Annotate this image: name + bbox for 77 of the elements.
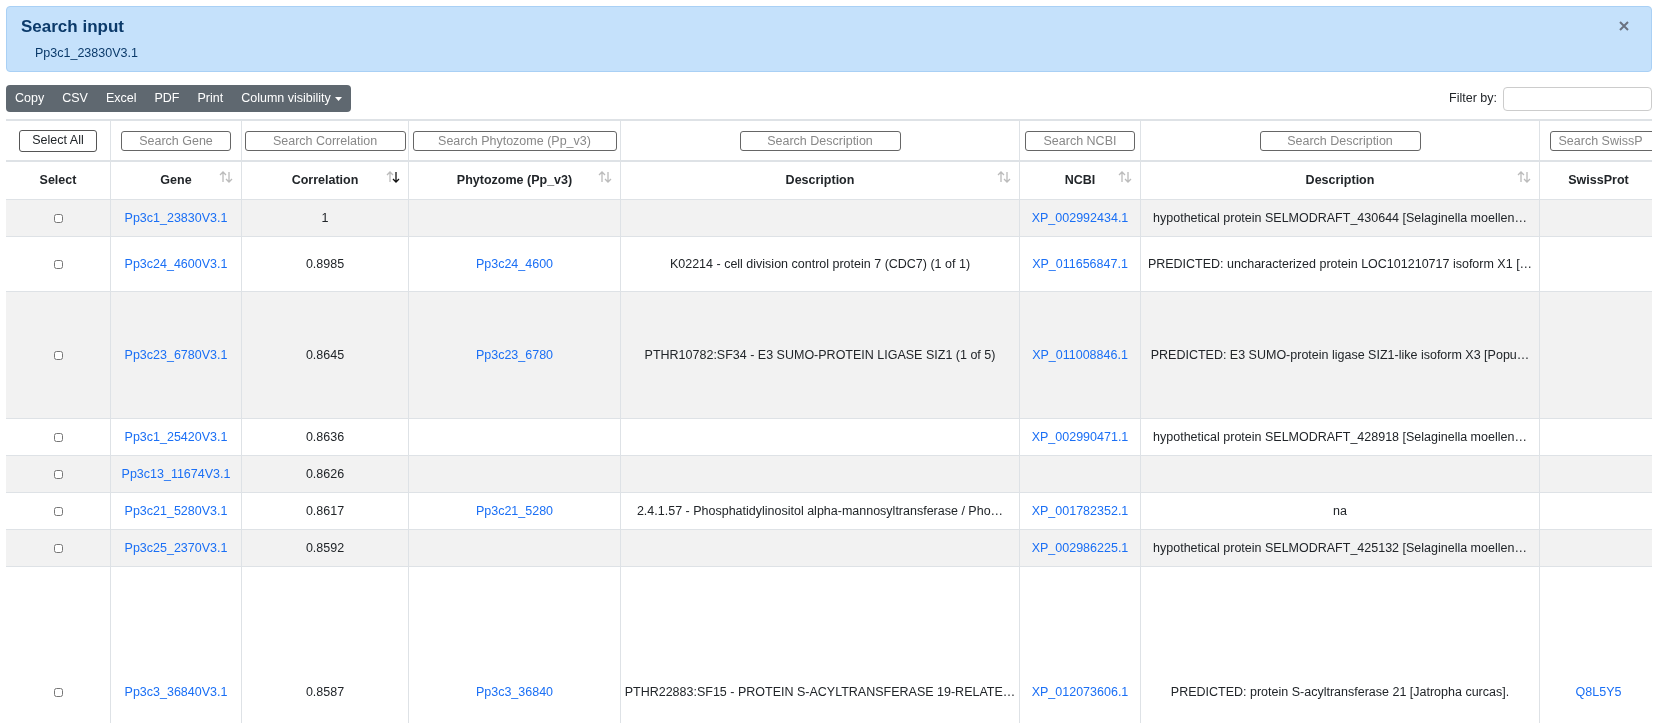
- column-search-field[interactable]: Search Phytozome (Pp_v3): [412, 130, 617, 151]
- table-cell-text: 2.4.1.57 - Phosphatidylinositol alpha-mannosyltransferase / Pho…: [636, 502, 1004, 520]
- table-link[interactable]: Pp3c25_2370V3.1: [124, 538, 228, 558]
- column-search-field[interactable]: Search SwissP: [1549, 130, 1652, 151]
- close-icon: [1619, 21, 1629, 31]
- table-cell-text: 0.8592: [305, 539, 345, 557]
- table-cell-text: 0.8985: [305, 255, 345, 273]
- row-checkbox[interactable]: [53, 213, 63, 223]
- table-cell-text: PREDICTED: protein S-acyltransferase 21 [Jatropha curcas].: [1170, 684, 1510, 702]
- select-all-button[interactable]: Select All: [19, 129, 97, 152]
- table-link[interactable]: Pp3c24_4600: [475, 254, 554, 274]
- close-button[interactable]: [1617, 19, 1631, 33]
- table-link[interactable]: Pp3c1_23830V3.1: [124, 208, 228, 228]
- table-link[interactable]: Pp3c24_4600V3.1: [124, 254, 228, 274]
- column-search-field[interactable]: Search Gene: [121, 130, 231, 151]
- table-link[interactable]: Pp3c23_6780V3.1: [124, 345, 228, 365]
- table-link[interactable]: Pp3c3_36840: [475, 683, 554, 702]
- column-visibility-dropdown[interactable]: Column visibility: [232, 85, 351, 112]
- column-header[interactable]: Gene: [160, 171, 192, 190]
- table-link[interactable]: XP_002992434.1: [1031, 208, 1129, 228]
- table-link[interactable]: XP_001782352.1: [1031, 501, 1129, 521]
- row-checkbox[interactable]: [53, 543, 63, 553]
- table-cell-text: PTHR22883:SF15 - PROTEIN S-ACYLTRANSFERASE 19-RELATE…: [624, 684, 1016, 702]
- column-search-field[interactable]: Search NCBI: [1025, 130, 1135, 151]
- sort-icon[interactable]: [386, 171, 400, 183]
- table-link[interactable]: Q8L5Y5: [1575, 683, 1622, 702]
- table-link[interactable]: XP_011008846.1: [1032, 345, 1128, 365]
- table-link[interactable]: Pp3c21_5280V3.1: [124, 501, 228, 521]
- column-header[interactable]: Correlation: [291, 171, 359, 190]
- row-checkbox[interactable]: [53, 469, 63, 479]
- table-cell-text: 0.8626: [305, 465, 345, 483]
- row-checkbox[interactable]: [53, 259, 63, 269]
- row-checkbox[interactable]: [53, 688, 63, 697]
- table-cell-text: hypothetical protein SELMODRAFT_425132 [Selaginella moellen…: [1153, 539, 1527, 557]
- table-cell-text: PREDICTED: uncharacterized protein LOC101210717 isoform X1 […: [1147, 255, 1533, 273]
- table-cell-text: 1: [321, 209, 329, 227]
- table-cell-text: PREDICTED: E3 SUMO-protein ligase SIZ1-like isoform X3 [Popu…: [1150, 346, 1530, 364]
- alert-title: Search input: [21, 16, 124, 38]
- table-link[interactable]: XP_002990471.1: [1031, 427, 1129, 447]
- table-cell-text: 0.8645: [305, 346, 345, 364]
- table-link[interactable]: XP_002986225.1: [1031, 538, 1129, 558]
- filter-label: Filter by:: [1449, 90, 1497, 108]
- table-cell-text: na: [1333, 502, 1347, 520]
- table-link[interactable]: XP_011656847.1: [1032, 254, 1128, 274]
- filter-input[interactable]: [1503, 86, 1652, 111]
- alert-text: Pp3c1_23830V3.1: [35, 45, 138, 62]
- column-search-field[interactable]: Search Description: [1259, 130, 1421, 151]
- export-button[interactable]: Excel: [96, 85, 146, 112]
- table-cell-text: hypothetical protein SELMODRAFT_430644 [Selaginella moellen…: [1153, 209, 1527, 227]
- column-header[interactable]: NCBI: [1064, 171, 1096, 190]
- table-link[interactable]: Pp3c3_36840V3.1: [124, 683, 228, 702]
- table-cell-text: hypothetical protein SELMODRAFT_428918 [Selaginella moellen…: [1153, 428, 1527, 446]
- table-cell-text: K02214 - cell division control protein 7 (CDC7) (1 of 1): [669, 255, 971, 273]
- table-cell-text: PTHR10782:SF34 - E3 SUMO-PROTEIN LIGASE SIZ1 (1 of 5): [644, 346, 996, 364]
- row-checkbox[interactable]: [53, 432, 63, 442]
- table-cell-text: 0.8587: [305, 684, 345, 702]
- column-header[interactable]: Description: [785, 171, 855, 190]
- caret-icon: [334, 96, 342, 101]
- column-search-field[interactable]: Search Correlation: [244, 130, 406, 151]
- table-link[interactable]: Pp3c21_5280: [475, 501, 554, 521]
- column-search-field[interactable]: Search Description: [739, 130, 901, 151]
- column-header[interactable]: Description: [1305, 171, 1375, 190]
- table-link[interactable]: Pp3c23_6780: [475, 345, 554, 365]
- table-link[interactable]: Pp3c13_11674V3.1: [121, 464, 231, 484]
- column-header[interactable]: Phytozome (Pp_v3): [456, 171, 573, 190]
- table-link[interactable]: XP_012073606.1: [1031, 683, 1129, 702]
- table-cell-text: 0.8636: [305, 428, 345, 446]
- export-button[interactable]: PDF: [145, 85, 189, 112]
- export-button[interactable]: CSV: [53, 85, 97, 112]
- column-header: Select: [39, 172, 77, 190]
- column-header[interactable]: SwissProt: [1568, 171, 1629, 190]
- export-button[interactable]: Copy: [6, 85, 54, 112]
- row-checkbox[interactable]: [53, 506, 63, 516]
- table-link[interactable]: Pp3c1_25420V3.1: [124, 427, 228, 447]
- table-cell-text: 0.8617: [305, 502, 345, 520]
- export-button[interactable]: Print: [188, 85, 233, 112]
- row-checkbox[interactable]: [53, 350, 63, 360]
